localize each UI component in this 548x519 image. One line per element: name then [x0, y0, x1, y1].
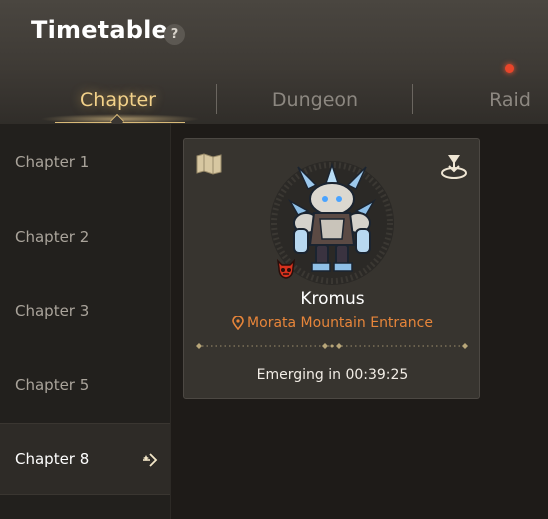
boss-name: Kromus: [300, 289, 365, 309]
sidebar-item-chapter-8[interactable]: Chapter 8: [0, 423, 170, 495]
boss-card[interactable]: Kromus Morata Mountain Entrance Emerging…: [183, 138, 480, 399]
sparkle-arrow-icon: [143, 453, 158, 467]
sidebar-item-label: Chapter 8: [15, 450, 90, 468]
sidebar-item-chapter-5[interactable]: Chapter 5: [0, 349, 170, 421]
demon-skull-icon: [276, 258, 296, 279]
tab-divider: [412, 84, 413, 114]
sidebar-item-label: Chapter 5: [15, 376, 90, 394]
tab-raid[interactable]: Raid: [475, 85, 545, 115]
teleport-icon[interactable]: [439, 151, 469, 181]
sidebar-item-label: Chapter 2: [15, 228, 90, 246]
notification-dot: [505, 64, 514, 73]
map-icon[interactable]: [195, 152, 223, 176]
sidebar-item-label: Chapter 3: [15, 302, 90, 320]
tab-chapter[interactable]: Chapter: [58, 85, 178, 115]
boss-location[interactable]: Morata Mountain Entrance: [184, 315, 481, 331]
sidebar-item-label: Chapter 1: [15, 153, 90, 171]
sidebar-item-chapter-3[interactable]: Chapter 3: [0, 275, 170, 347]
page-title: Timetable: [31, 16, 169, 44]
location-pin-icon: [232, 316, 244, 330]
card-divider: [196, 343, 468, 349]
sidebar-item-chapter-1[interactable]: Chapter 1: [0, 126, 170, 198]
emerging-timer: Emerging in 00:39:25: [256, 367, 409, 383]
tab-dungeon[interactable]: Dungeon: [240, 85, 390, 115]
sidebar-item-chapter-2[interactable]: Chapter 2: [0, 201, 170, 273]
chapter-sidebar: Chapter 1 Chapter 2 Chapter 3 Chapter 5 …: [0, 124, 171, 519]
help-icon[interactable]: ?: [164, 24, 185, 45]
location-label: Morata Mountain Entrance: [247, 315, 433, 331]
tab-divider: [216, 84, 217, 114]
